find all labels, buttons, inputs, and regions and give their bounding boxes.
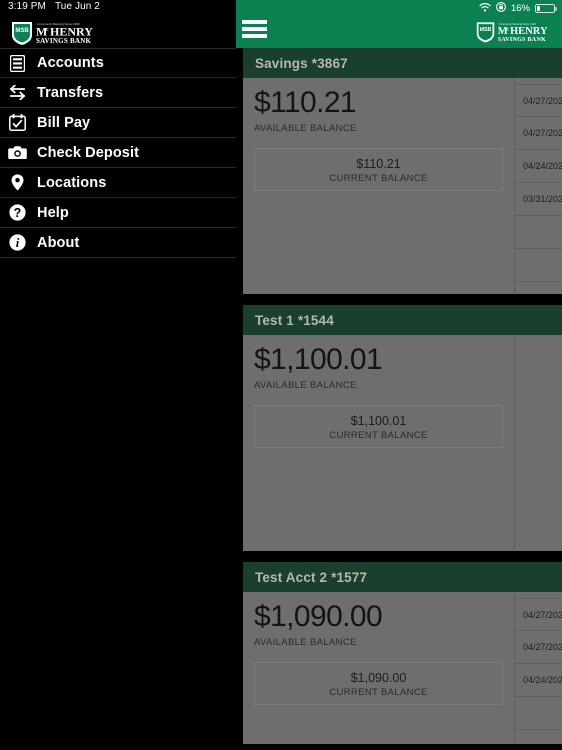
account-card[interactable]: Test 1 *1544 $1,100.01 AVAILABLE BALANCE… [243, 305, 562, 551]
account-title: Test Acct 2 *1577 [255, 569, 368, 585]
svg-text:SAVINGS BANK: SAVINGS BANK [36, 37, 91, 45]
current-balance-amount: $1,100.01 [350, 413, 407, 428]
transfers-icon [6, 83, 28, 103]
topbar-logo: MSB Community Banking Since 1906 M c HEN… [475, 20, 559, 44]
current-balance-label: CURRENT BALANCE [329, 172, 428, 184]
account-title: Savings *3867 [255, 55, 348, 71]
sidebar-menu: Accounts Transfers Bill Pay Check Deposi… [0, 48, 236, 258]
account-card[interactable]: Test Acct 2 *1577 $1,090.00 AVAILABLE BA… [243, 562, 562, 744]
account-card-body: $1,100.01 AVAILABLE BALANCE $1,100.01 CU… [243, 335, 562, 551]
current-balance-box[interactable]: $1,090.00 CURRENT BALANCE [254, 662, 503, 705]
sidebar-item-label: Locations [37, 174, 107, 191]
sidebar-item-locations[interactable]: Locations [0, 168, 236, 198]
sidebar-item-about[interactable]: i About [0, 228, 236, 258]
current-balance-amount: $1,090.00 [350, 670, 407, 685]
current-balance-label: CURRENT BALANCE [329, 686, 428, 698]
account-card-body: $110.21 AVAILABLE BALANCE $110.21 CURREN… [243, 78, 562, 294]
accounts-icon [6, 53, 28, 73]
account-card-header: Test Acct 2 *1577 [243, 562, 562, 592]
transaction-date: 04/27/202 [523, 95, 562, 106]
svg-text:MSB: MSB [15, 28, 29, 34]
account-title: Test 1 *1544 [255, 312, 334, 328]
sidebar-item-label: Check Deposit [37, 144, 140, 161]
sidebar-item-label: Help [37, 204, 69, 221]
transaction-date: 04/24/202 [523, 161, 562, 171]
transactions-pane[interactable]: 04/27/202 04/27/202 04/24/202 03/31/202 [514, 78, 562, 294]
transaction-date: 04/27/202 [523, 642, 562, 652]
current-balance-amount: $110.21 [356, 156, 401, 171]
transactions-pane[interactable] [514, 335, 562, 551]
available-balance-label: AVAILABLE BALANCE [254, 637, 357, 648]
transaction-date: 03/31/202 [523, 194, 562, 204]
sidebar-item-check-deposit[interactable]: Check Deposit [0, 138, 236, 168]
transaction-row[interactable]: 04/27/202 [515, 598, 562, 631]
transaction-row[interactable]: 04/24/202 [515, 664, 562, 697]
transaction-row[interactable]: 04/27/202 [515, 117, 562, 150]
transactions-pane[interactable]: 04/27/202 04/27/202 04/24/202 [514, 592, 562, 744]
transaction-date: 04/24/202 [523, 675, 562, 685]
transaction-date: 04/27/202 [523, 609, 562, 620]
info-icon: i [6, 233, 28, 253]
help-icon: ? [6, 203, 28, 223]
svg-text:c: c [507, 26, 510, 32]
sidebar-item-label: Accounts [37, 55, 104, 71]
mchenry-savings-bank-logo: MSB Community Banking Since 1906 M c HEN… [12, 22, 93, 45]
sidebar-item-bill-pay[interactable]: Bill Pay [0, 108, 236, 138]
transaction-row[interactable]: 04/27/202 [515, 631, 562, 664]
available-balance-label: AVAILABLE BALANCE [254, 380, 357, 391]
accounts-list: Savings *3867 $110.21 AVAILABLE BALANCE … [236, 48, 562, 750]
check-deposit-icon [6, 143, 28, 163]
balance-pane: $110.21 AVAILABLE BALANCE $110.21 CURREN… [243, 78, 514, 294]
transaction-row[interactable]: 03/31/202 [515, 183, 562, 216]
hamburger-menu-icon[interactable] [241, 19, 268, 39]
current-balance-box[interactable]: $110.21 CURRENT BALANCE [254, 148, 503, 191]
transaction-row[interactable] [515, 216, 562, 249]
main-panel: MSB Community Banking Since 1906 M c HEN… [236, 0, 562, 750]
sidebar-item-transfers[interactable]: Transfers [0, 78, 236, 108]
app-screen: MSB Community Banking Since 1906 M c HEN… [0, 0, 562, 750]
sidebar-item-label: About [37, 234, 80, 251]
location-pin-icon [6, 173, 28, 193]
account-card-header: Test 1 *1544 [243, 305, 562, 335]
svg-text:?: ? [13, 206, 21, 220]
sidebar-logo: MSB Community Banking Since 1906 M c HEN… [10, 20, 106, 46]
current-balance-box[interactable]: $1,100.01 CURRENT BALANCE [254, 405, 503, 448]
transaction-row[interactable] [515, 249, 562, 282]
available-balance-amount: $1,100.01 [254, 343, 383, 376]
svg-text:c: c [46, 27, 49, 33]
sidebar: MSB Community Banking Since 1906 M c HEN… [0, 0, 236, 750]
transaction-row[interactable]: 04/27/202 [515, 84, 562, 117]
available-balance-label: AVAILABLE BALANCE [254, 123, 357, 134]
account-card-header: Savings *3867 [243, 48, 562, 78]
available-balance-amount: $1,090.00 [254, 600, 383, 633]
balance-pane: $1,100.01 AVAILABLE BALANCE $1,100.01 CU… [243, 335, 514, 551]
mchenry-savings-bank-logo: MSB Community Banking Since 1906 M c HEN… [476, 22, 548, 43]
available-balance-amount: $110.21 [254, 86, 357, 119]
svg-text:MSB: MSB [480, 27, 492, 33]
transaction-row[interactable] [515, 730, 562, 744]
svg-text:Community Banking Since 1906: Community Banking Since 1906 [499, 22, 537, 26]
bill-pay-icon [6, 113, 28, 133]
svg-text:SAVINGS BANK: SAVINGS BANK [498, 37, 546, 43]
sidebar-item-label: Transfers [37, 84, 104, 101]
account-card[interactable]: Savings *3867 $110.21 AVAILABLE BALANCE … [243, 48, 562, 294]
sidebar-item-help[interactable]: ? Help [0, 198, 236, 228]
sidebar-item-label: Bill Pay [37, 114, 91, 131]
sidebar-item-accounts[interactable]: Accounts [0, 48, 236, 78]
current-balance-label: CURRENT BALANCE [329, 429, 428, 441]
top-app-bar: MSB Community Banking Since 1906 M c HEN… [236, 0, 562, 48]
transaction-row[interactable]: 04/24/202 [515, 150, 562, 183]
balance-pane: $1,090.00 AVAILABLE BALANCE $1,090.00 CU… [243, 592, 514, 744]
svg-text:HENRY: HENRY [50, 25, 93, 39]
svg-text:i: i [15, 236, 19, 250]
account-card-body: $1,090.00 AVAILABLE BALANCE $1,090.00 CU… [243, 592, 562, 744]
transaction-row[interactable] [515, 697, 562, 730]
svg-text:HENRY: HENRY [510, 26, 548, 37]
transaction-date: 04/27/202 [523, 128, 562, 138]
